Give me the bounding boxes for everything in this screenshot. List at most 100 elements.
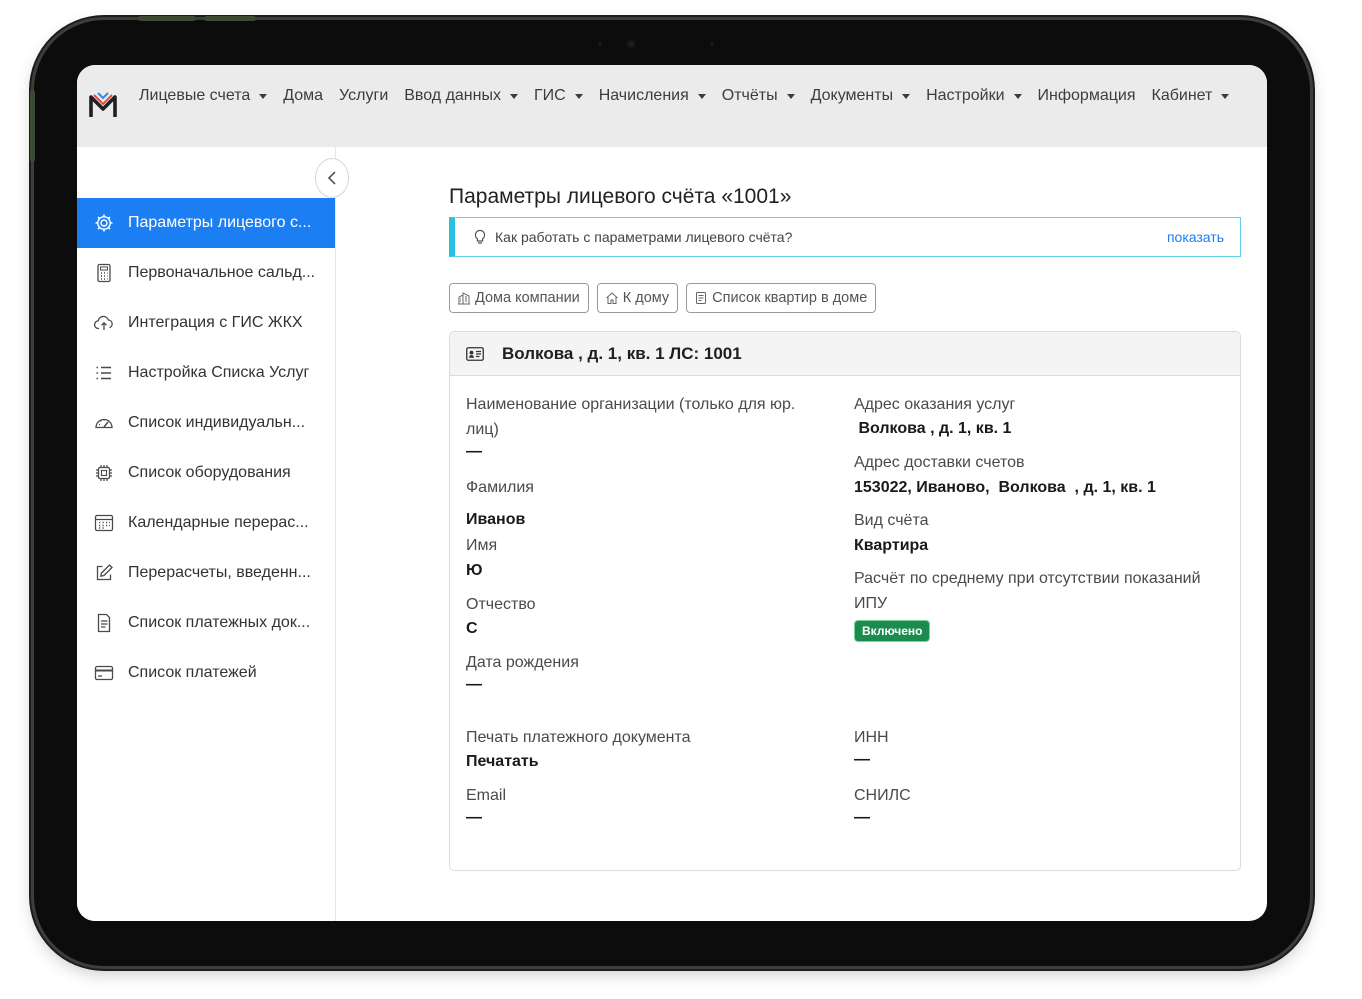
lightbulb-icon [473, 229, 487, 245]
sidebar-item[interactable]: Список платежных док... [77, 598, 335, 648]
sidebar-item[interactable]: Список оборудования [77, 448, 335, 498]
top-navbar: Лицевые счета Дома Услуги Ввод данных ГИС Нач… [77, 65, 1267, 147]
caret-down-icon [574, 93, 583, 99]
nav-item[interactable]: ГИС [534, 87, 583, 105]
print-doc-value: Печатать [466, 753, 539, 770]
org-name-label: Наименование организации (только для юр.… [466, 396, 796, 438]
patronymic-value: С [466, 620, 478, 637]
sidebar-item[interactable]: Список индивидуальн... [77, 398, 335, 448]
caret-down-icon [1013, 93, 1022, 99]
tablet-frame: Лицевые счета Дома Услуги Ввод данных ГИС Нач… [30, 16, 1310, 966]
nav-item[interactable]: Информация [1038, 87, 1136, 105]
nav-item[interactable]: Дома [283, 87, 323, 105]
sidebar-item[interactable]: Параметры лицевого с... [77, 198, 335, 248]
delivery-address-value: 153022, Иваново, Волкова , д. 1, кв. 1 [854, 479, 1156, 496]
caret-down-icon [902, 93, 911, 99]
list-doc-icon [696, 292, 707, 304]
sidebar-item-label: Настройка Списка Услуг [128, 364, 310, 381]
account-address-heading: Волкова , д. 1, кв. 1 ЛС: 1001 [502, 343, 742, 363]
nav-item[interactable]: Лицевые счета [139, 87, 268, 105]
inn-label: ИНН [854, 729, 889, 746]
list-icon [93, 362, 115, 384]
nav-item[interactable]: Кабинет [1152, 87, 1230, 105]
edit-icon [93, 562, 115, 584]
power-button [30, 90, 35, 162]
sidebar-item[interactable]: Список платежей [77, 648, 335, 698]
sidebar-item[interactable]: Интеграция с ГИС ЖКХ [77, 298, 335, 348]
apartments-list-button[interactable]: Список квартир в доме [686, 283, 877, 313]
sensor [710, 42, 714, 46]
sidebar-item-label: Список индивидуальн... [128, 414, 306, 431]
nav-item[interactable]: Услуги [339, 87, 388, 105]
surname-label: Фамилия [466, 479, 534, 496]
nav-item[interactable]: Начисления [599, 87, 706, 105]
page-title: Параметры лицевого счёта «1001» [449, 185, 792, 208]
sidebar-item-label: Первоначальное сальд... [128, 264, 316, 281]
home-icon [605, 292, 618, 304]
nav-item-label: Начисления [598, 87, 689, 104]
volume-button [204, 16, 256, 21]
chevron-left-icon [327, 171, 336, 185]
company-houses-button[interactable]: Дома компании [449, 283, 589, 313]
sidebar-item-label: Календарные перерас... [128, 514, 309, 531]
sidebar-item-label: Список платежей [128, 664, 257, 681]
email-value: — [466, 809, 482, 826]
caret-down-icon [259, 93, 268, 99]
sidebar-item[interactable]: Календарные перерас... [77, 498, 335, 548]
caret-down-icon [786, 93, 795, 99]
sidebar-item-label: Список платежных док... [128, 614, 311, 631]
app-logo-icon[interactable] [89, 89, 117, 121]
service-address-label: Адрес оказания услуг [854, 396, 1016, 413]
sidebar: Параметры лицевого с... Первоначальное са… [77, 147, 349, 921]
nav-item-label: ГИС [533, 87, 566, 104]
nav-item[interactable]: Отчёты [722, 87, 795, 105]
calculator-icon [93, 262, 115, 284]
show-help-link[interactable]: показать [1167, 229, 1224, 245]
sidebar-item[interactable]: Первоначальное сальд... [77, 248, 335, 298]
sensor [598, 42, 602, 46]
nav-item[interactable]: Документы [810, 87, 911, 105]
nav-item-label: Документы [810, 87, 894, 104]
sidebar-item-label: Интеграция с ГИС ЖКХ [128, 314, 303, 331]
email-label: Email [466, 787, 507, 804]
org-name-value: — [466, 443, 482, 460]
first-name-label: Имя [466, 537, 498, 554]
print-doc-label: Печать платежного документа [466, 729, 691, 746]
help-callout-text: Как работать с параметрами лицевого счёт… [495, 229, 793, 245]
company-houses-label: Дома компании [475, 290, 580, 306]
front-camera [626, 39, 636, 49]
nav-item-label: Информация [1037, 87, 1136, 104]
nav-item-label: Услуги [339, 87, 389, 104]
sidebar-item-label: Параметры лицевого с... [128, 214, 312, 231]
nav-item-label: Кабинет [1151, 87, 1213, 104]
account-card: Волкова , д. 1, кв. 1 ЛС: 1001 Наименова… [449, 331, 1241, 871]
sidebar-item[interactable]: Перерасчеты, введенн... [77, 548, 335, 598]
cpu-icon [93, 462, 115, 484]
patronymic-label: Отчество [466, 596, 536, 613]
delivery-address-label: Адрес доставки счетов [854, 454, 1025, 471]
calendar-icon [93, 512, 115, 534]
caret-down-icon [1221, 93, 1230, 99]
nav-item-label: Лицевые счета [139, 87, 251, 104]
birth-date-label: Дата рождения [466, 654, 579, 671]
main-menu: Лицевые счета Дома Услуги Ввод данных ГИС Нач… [139, 65, 1245, 127]
cloud-upload-icon [93, 312, 115, 334]
status-badge: Включено [854, 620, 931, 642]
sidebar-item[interactable]: Настройка Списка Услуг [77, 348, 335, 398]
nav-item[interactable]: Настройки [926, 87, 1022, 105]
service-address-value: Волкова , д. 1, кв. 1 [854, 420, 1012, 437]
nav-item-label: Отчёты [721, 87, 778, 104]
document-icon [93, 612, 115, 634]
sidebar-item-label: Список оборудования [128, 464, 291, 481]
account-type-label: Вид счёта [854, 512, 929, 529]
snils-value: — [854, 809, 870, 826]
id-card-icon [466, 346, 484, 361]
inn-value: — [854, 751, 870, 768]
nav-item[interactable]: Ввод данных [404, 87, 518, 105]
caret-down-icon [697, 93, 706, 99]
birth-date-value: — [466, 676, 482, 693]
to-house-button[interactable]: К дому [596, 283, 679, 313]
snils-label: СНИЛС [854, 787, 911, 804]
collapse-sidebar-button[interactable] [315, 158, 349, 198]
surname-value: Иванов [466, 511, 526, 528]
